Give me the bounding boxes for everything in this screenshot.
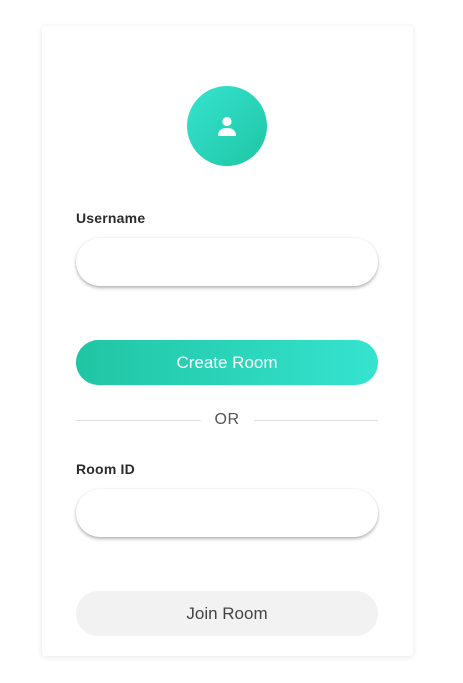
or-divider: OR	[76, 410, 378, 430]
divider-text: OR	[214, 411, 240, 428]
divider-line-right	[253, 419, 378, 421]
username-label: Username	[76, 210, 146, 226]
user-icon	[216, 115, 238, 137]
divider-line-left	[76, 419, 201, 421]
join-room-button[interactable]: Join Room	[76, 591, 378, 636]
avatar	[187, 86, 267, 166]
username-input[interactable]	[76, 238, 378, 286]
room-form-card: Username Create Room OR Room ID Join Roo…	[42, 26, 413, 656]
room-id-input[interactable]	[76, 489, 378, 537]
room-id-label: Room ID	[76, 461, 135, 477]
create-room-button[interactable]: Create Room	[76, 340, 378, 385]
